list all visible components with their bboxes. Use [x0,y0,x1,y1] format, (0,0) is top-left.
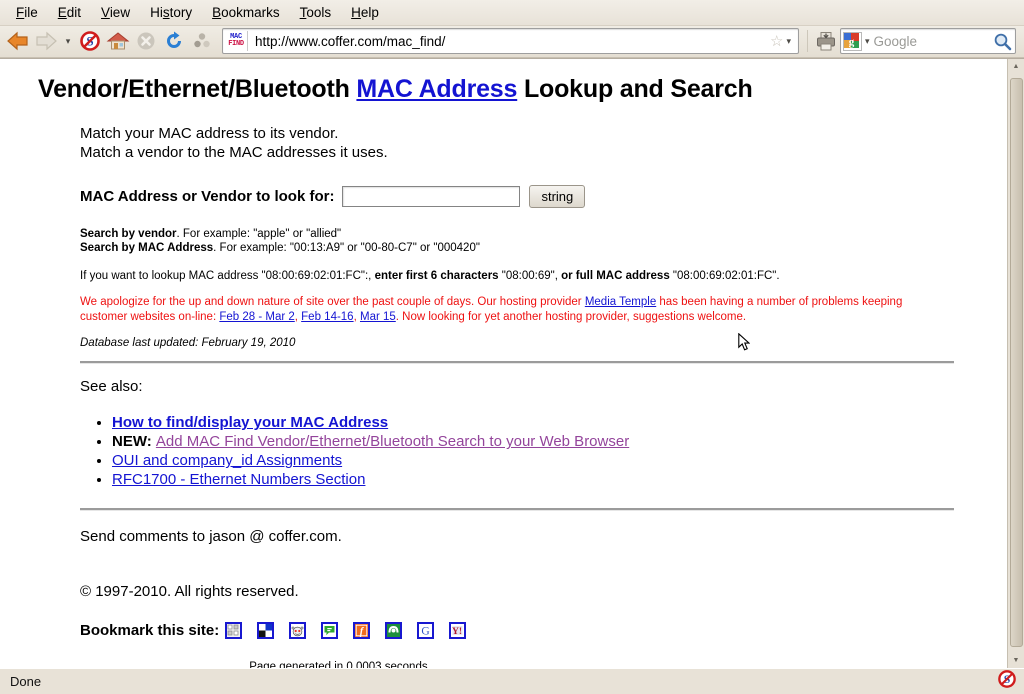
page-title-post: Lookup and Search [517,74,753,103]
search-form-label: MAC Address or Vendor to look for: [80,187,335,205]
chevron-down-icon[interactable]: ▾ [786,36,795,47]
content-area: Vendor/Ethernet/Bluetooth MAC Address Lo… [0,57,1024,668]
scroll-up-arrow-icon[interactable]: ▲ [1009,59,1024,74]
list-item: OUI and company_id Assignments [112,451,1007,470]
bookmark-generic-icon[interactable] [225,622,243,640]
mac-address-link[interactable]: MAC Address [356,75,517,103]
browser-window: File Edit View History Bookmarks Tools H… [0,0,1024,694]
noscript-icon[interactable]: S [76,27,104,55]
media-temple-link[interactable]: Media Temple [585,296,656,308]
status-bar-icons: S [998,670,1024,693]
technorati-icon[interactable] [321,622,339,640]
page-title: Vendor/Ethernet/Bluetooth MAC Address Lo… [38,75,1007,104]
divider-top [80,361,954,365]
page-generated-text: Page generated in 0.0003 seconds. [249,661,431,668]
new-badge: NEW: [112,433,156,451]
see-also-list: How to find/display your MAC Address NEW… [80,413,1007,489]
intro-line-2: Match a vendor to the MAC addresses it u… [80,144,388,162]
hint-vendor: Search by vendor. For example: "apple" o… [80,227,1007,242]
link-oui-assignments[interactable]: OUI and company_id Assignments [112,452,342,469]
link-rfc1700[interactable]: RFC1700 - Ethernet Numbers Section [112,471,365,488]
link-how-to-find-mac[interactable]: How to find/display your MAC Address [112,414,388,431]
send-comments: Send comments to jason @ coffer.com. [80,528,342,546]
status-bar: Done S [0,667,1024,694]
page-title-pre: Vendor/Ethernet/Bluetooth [38,74,357,103]
outage-link-feb28[interactable]: Feb 28 - Mar 2 [219,311,294,323]
svg-text:G: G [422,626,430,637]
navigation-toolbar: ▾ S [0,25,1024,58]
hint-mac-label: Search by MAC Address [80,242,214,255]
google-bookmarks-icon[interactable]: G [417,622,435,640]
noscript-icon[interactable]: S [998,670,1016,693]
list-item: How to find/display your MAC Address [112,413,1007,432]
molecule-icon[interactable] [188,27,216,55]
mac-find-favicon: MAC FIND [225,31,248,52]
back-arrow-icon[interactable] [4,27,32,55]
url-text[interactable]: http://www.coffer.com/mac_find/ [250,34,767,49]
list-item: RFC1700 - Ethernet Numbers Section [112,470,1007,489]
search-form: MAC Address or Vendor to look for: strin… [80,184,1007,208]
url-bar[interactable]: MAC FIND http://www.coffer.com/mac_find/… [222,28,799,55]
search-box[interactable]: g ▾ Google [840,28,1016,55]
copyright: © 1997-2010. All rights reserved. [80,583,299,601]
print-icon[interactable] [812,27,840,55]
svg-text:Y!: Y! [452,627,462,637]
outage-link-mar15[interactable]: Mar 15 [360,311,396,323]
intro-text: Match your MAC address to its vendor. Ma… [80,124,1007,163]
hint-vendor-example: . For example: "apple" or "allied" [176,227,342,240]
menu-view[interactable]: View [91,3,140,22]
toolbar-separator [807,30,808,53]
menu-edit[interactable]: Edit [48,3,91,22]
reddit-icon[interactable] [289,622,307,640]
url-bar-actions: ☆ ▾ [767,32,798,50]
lookup-notice: If you want to lookup MAC address "08:00… [80,269,780,282]
vertical-scrollbar[interactable]: ▲ ▼ [1007,58,1024,668]
svg-text:g: g [849,36,855,48]
intro-line-1: Match your MAC address to its vendor. [80,124,339,142]
web-page: Vendor/Ethernet/Bluetooth MAC Address Lo… [0,58,1007,668]
menu-history[interactable]: History [140,3,202,22]
bookmark-icon-list: f G Y! [225,622,481,640]
facebook-icon[interactable]: f [353,622,371,640]
bookmark-label: Bookmark this site: [80,622,220,640]
menu-file[interactable]: File [6,3,48,22]
star-icon[interactable]: ☆ [767,32,786,50]
search-hints: Search by vendor. For example: "apple" o… [80,227,1007,256]
outage-apology: We apologize for the up and down nature … [80,296,903,323]
yahoo-bookmarks-icon[interactable]: Y! [449,622,467,640]
home-icon[interactable] [104,27,132,55]
stumbleupon-icon[interactable] [385,622,403,640]
stop-icon [132,27,160,55]
menu-bar: File Edit View History Bookmarks Tools H… [0,0,1024,26]
list-item: NEW: Add MAC Find Vendor/Ethernet/Blueto… [112,432,1007,451]
scroll-down-arrow-icon[interactable]: ▼ [1009,653,1024,668]
reload-icon[interactable] [160,27,188,55]
hint-mac: Search by MAC Address. For example: "00:… [80,241,1007,256]
menu-help[interactable]: Help [341,3,389,22]
bookmark-this-site-row: Bookmark this site: f G Y! [80,622,1007,640]
string-submit-button[interactable]: string [529,184,586,208]
database-updated: Database last updated: February 19, 2010 [80,337,296,350]
scrollbar-thumb[interactable] [1009,77,1023,647]
menu-bookmarks[interactable]: Bookmarks [202,3,290,22]
search-input[interactable]: Google [874,34,993,49]
google-favicon[interactable]: g [843,31,862,51]
scrollbar-track[interactable] [1009,74,1024,653]
menu-tools[interactable]: Tools [290,3,342,22]
chevron-down-icon[interactable]: ▾ [862,36,874,47]
forward-arrow-icon [32,27,60,55]
divider-bottom [80,508,954,512]
link-add-search-to-browser[interactable]: Add MAC Find Vendor/Ethernet/Bluetooth S… [156,433,629,450]
delicious-icon[interactable] [257,622,275,640]
chevron-down-icon[interactable]: ▾ [60,27,76,55]
outage-link-feb14[interactable]: Feb 14-16 [301,311,353,323]
hint-vendor-label: Search by vendor [80,227,177,240]
status-text: Done [10,673,42,689]
hint-mac-example: . For example: "00:13:A9" or "00-80-C7" … [213,242,480,255]
mac-search-input[interactable] [342,185,521,207]
see-also-label: See also: [80,378,143,396]
magnifier-icon[interactable] [993,32,1015,51]
